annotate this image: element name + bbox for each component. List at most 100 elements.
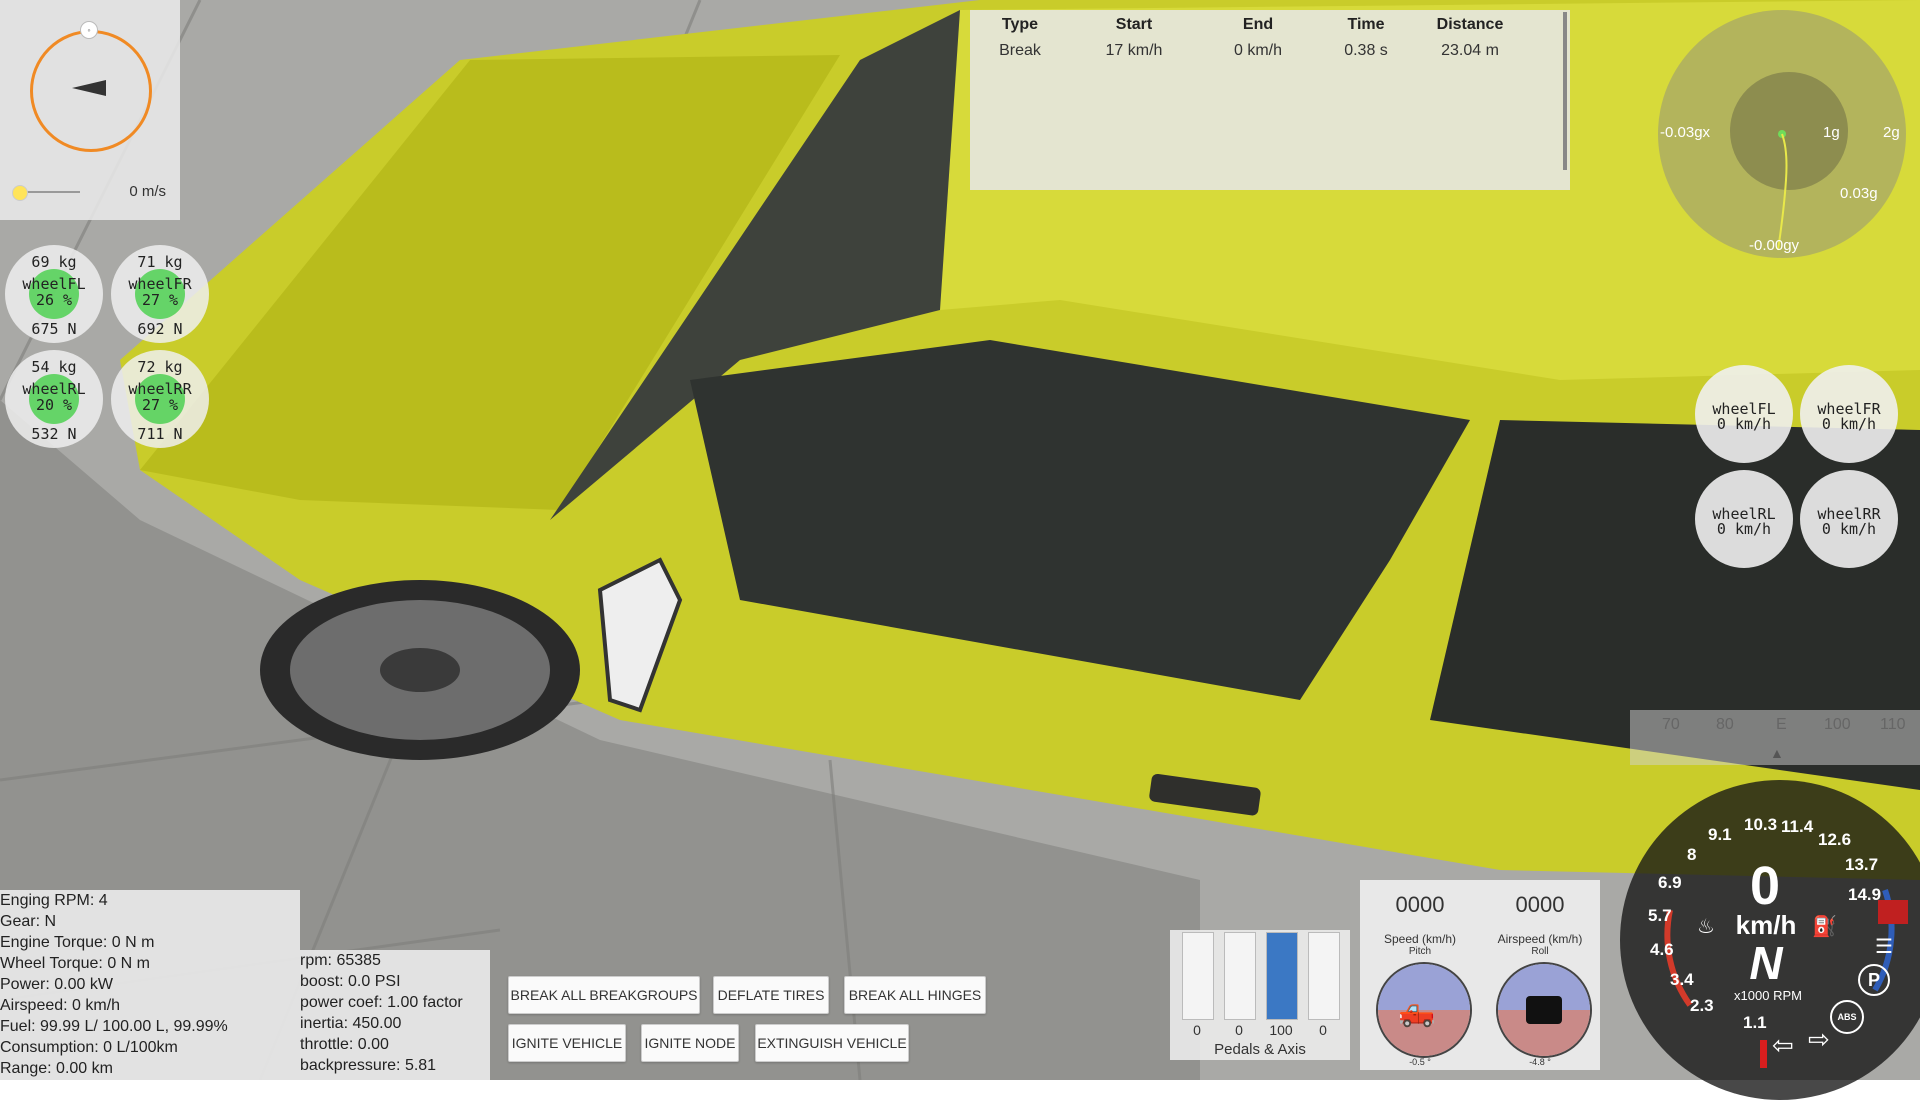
pitch-label: Pitch bbox=[1408, 946, 1432, 957]
tacho-tick-label: 11.4 bbox=[1781, 817, 1814, 836]
wheel-load-mass: 69 kg bbox=[31, 253, 77, 271]
wheel-load-pct: 20 % bbox=[35, 396, 73, 414]
gforce-right-label: 0.03g bbox=[1840, 185, 1878, 202]
abs-warning-icon: ABS bbox=[1830, 1000, 1864, 1034]
speed-label: Speed (km/h) bbox=[1383, 932, 1457, 946]
tacho-tick-label: 5.7 bbox=[1648, 906, 1672, 925]
airspeed-label: Airspeed (km/h) bbox=[1497, 932, 1583, 946]
table-scrollbar[interactable] bbox=[1563, 12, 1567, 170]
pitch-value: -0.5 ° bbox=[1409, 1057, 1431, 1067]
table-cell: 17 km/h bbox=[1105, 42, 1163, 59]
table-header: Distance bbox=[1436, 16, 1504, 33]
speed-slider-knob[interactable] bbox=[12, 185, 28, 201]
wheel-load-fr: 71 kg wheelFR 27 % 692 N bbox=[111, 245, 209, 343]
tacho-tick-label: 2.3 bbox=[1690, 996, 1714, 1015]
tacho-tick-label: 1.1 bbox=[1743, 1013, 1767, 1032]
table-cell: 0.38 s bbox=[1344, 42, 1388, 59]
tacho-tick-label: 9.1 bbox=[1708, 825, 1732, 844]
pitch-dial: 🛻 bbox=[1376, 962, 1472, 1058]
headlight-icon: ☰ bbox=[1875, 936, 1893, 958]
tacho-rpm-label: x1000 RPM bbox=[1734, 988, 1802, 1003]
wheel-load-pct: 27 % bbox=[141, 291, 179, 309]
gforce-ring2-label: 2g bbox=[1883, 124, 1900, 141]
engine-info-line: Range: 0.00 km bbox=[0, 1060, 113, 1077]
wheel-load-pct: 26 % bbox=[35, 291, 73, 309]
turbo-info-line: power coef: 1.00 factor bbox=[300, 994, 463, 1011]
engine-info-line: Wheel Torque: 0 N m bbox=[0, 955, 150, 972]
pedal-bar bbox=[1266, 932, 1298, 1020]
engine-info-line: Fuel: 99.99 L/ 100.00 L, 99.99% bbox=[0, 1018, 228, 1035]
pedals-panel: 0 0 100 0 Pedals & Axis bbox=[1170, 930, 1350, 1060]
speed-slider-track[interactable] bbox=[20, 191, 80, 193]
coolant-temp-icon: ♨ bbox=[1697, 916, 1715, 938]
wheel-speed-rr: wheelRR 0 km/h bbox=[1800, 470, 1898, 568]
wheel-load-mass: 54 kg bbox=[31, 358, 77, 376]
heading-tick: 70 bbox=[1662, 716, 1680, 733]
wheel-load-rr: 72 kg wheelRR 27 % 711 N bbox=[111, 350, 209, 448]
pedal-bar bbox=[1224, 932, 1256, 1020]
wheel-speed-rl: wheelRL 0 km/h bbox=[1695, 470, 1793, 568]
table-header: Start bbox=[1115, 16, 1153, 33]
table-header: End bbox=[1242, 16, 1274, 33]
tacho-tick-label: 14.9 bbox=[1848, 885, 1882, 904]
turbo-info-line: throttle: 0.00 bbox=[300, 1036, 389, 1053]
wheel-speed-value: 0 km/h bbox=[1821, 415, 1877, 433]
heading-pointer-icon: ▲ bbox=[1770, 745, 1784, 761]
compass-north-marker: ◦ bbox=[80, 21, 98, 39]
pickup-truck-side-icon: 🛻 bbox=[1398, 995, 1436, 1028]
turbo-info-line: inertia: 450.00 bbox=[300, 1015, 402, 1032]
wheel-load-pct: 27 % bbox=[141, 396, 179, 414]
table-cell: 0 km/h bbox=[1233, 42, 1282, 59]
break-all-hinges-button[interactable]: BREAK ALL HINGES bbox=[844, 976, 986, 1014]
engine-info-line: Enging RPM: 4 bbox=[0, 892, 108, 909]
heading-tick: 80 bbox=[1716, 716, 1734, 733]
table-header: Type bbox=[1001, 16, 1039, 33]
tacho-tick-label: 13.7 bbox=[1845, 855, 1879, 874]
gforce-ring1-label: 1g bbox=[1823, 124, 1840, 141]
table-header: Time bbox=[1347, 16, 1385, 33]
deflate-tires-button[interactable]: DEFLATE TIRES bbox=[713, 976, 829, 1014]
engine-info-line: Power: 0.00 kW bbox=[0, 976, 113, 993]
tacho-gear: N bbox=[1749, 937, 1783, 989]
tacho-speed: 0 bbox=[1749, 856, 1781, 916]
heading-tick: E bbox=[1776, 716, 1787, 733]
roll-dial bbox=[1496, 962, 1592, 1058]
engine-info-line: Engine Torque: 0 N m bbox=[0, 934, 155, 951]
tacho-tick-label: 10.3 bbox=[1744, 815, 1778, 834]
turn-right-icon: ⇨ bbox=[1808, 1024, 1830, 1054]
wheel-load-force: 711 N bbox=[137, 425, 183, 443]
turbo-info-line: boost: 0.0 PSI bbox=[300, 973, 401, 990]
airspeed-digital-value: 0000 bbox=[1515, 892, 1565, 917]
wheel-load-rl: 54 kg wheelRL 20 % 532 N bbox=[5, 350, 103, 448]
wheel-speed-value: 0 km/h bbox=[1821, 520, 1877, 538]
parking-brake-icon: P bbox=[1858, 964, 1890, 996]
roll-value: -4.8 ° bbox=[1529, 1057, 1551, 1067]
wheel-load-force: 675 N bbox=[31, 320, 77, 338]
tacho-tick-label: 3.4 bbox=[1670, 970, 1694, 989]
pedal-value: 0 bbox=[1235, 1022, 1243, 1038]
speed-digital-value: 0000 bbox=[1395, 892, 1445, 917]
pedal-value: 100 bbox=[1269, 1022, 1293, 1038]
ignite-vehicle-button[interactable]: IGNITE VEHICLE bbox=[508, 1024, 626, 1062]
pedals-title: Pedals & Axis bbox=[1214, 1041, 1306, 1058]
compass-arrow-icon bbox=[72, 80, 106, 96]
turbo-info-line: rpm: 65385 bbox=[300, 952, 381, 969]
break-all-breakgroups-button[interactable]: BREAK ALL BREAKGROUPS bbox=[508, 976, 700, 1014]
engine-info-line: Gear: N bbox=[0, 913, 57, 930]
ignite-node-button[interactable]: IGNITE NODE bbox=[641, 1024, 739, 1062]
wheel-speed-value: 0 km/h bbox=[1716, 415, 1772, 433]
turn-left-icon: ⇦ bbox=[1772, 1030, 1794, 1060]
heading-tape: 70 80 E 100 110 ▲ bbox=[1630, 710, 1920, 765]
wheel-speed-value: 0 km/h bbox=[1716, 520, 1772, 538]
gforce-left-label: -0.03gx bbox=[1660, 124, 1711, 141]
wheel-load-force: 692 N bbox=[137, 320, 183, 338]
wheel-speed-fr: wheelFR 0 km/h bbox=[1800, 365, 1898, 463]
tacho-redline-marker bbox=[1760, 1040, 1767, 1068]
wheel-load-fl: 69 kg wheelFL 26 % 675 N bbox=[5, 245, 103, 343]
engine-info-panel: Enging RPM: 4 Gear: N Engine Torque: 0 N… bbox=[0, 890, 300, 1080]
roll-label: Roll bbox=[1531, 946, 1549, 957]
table-cell: 23.04 m bbox=[1441, 42, 1499, 59]
wheel-load-mass: 71 kg bbox=[137, 253, 183, 271]
turbo-info-line: backpressure: 5.81 bbox=[300, 1057, 437, 1074]
extinguish-vehicle-button[interactable]: EXTINGUISH VEHICLE bbox=[755, 1024, 909, 1062]
